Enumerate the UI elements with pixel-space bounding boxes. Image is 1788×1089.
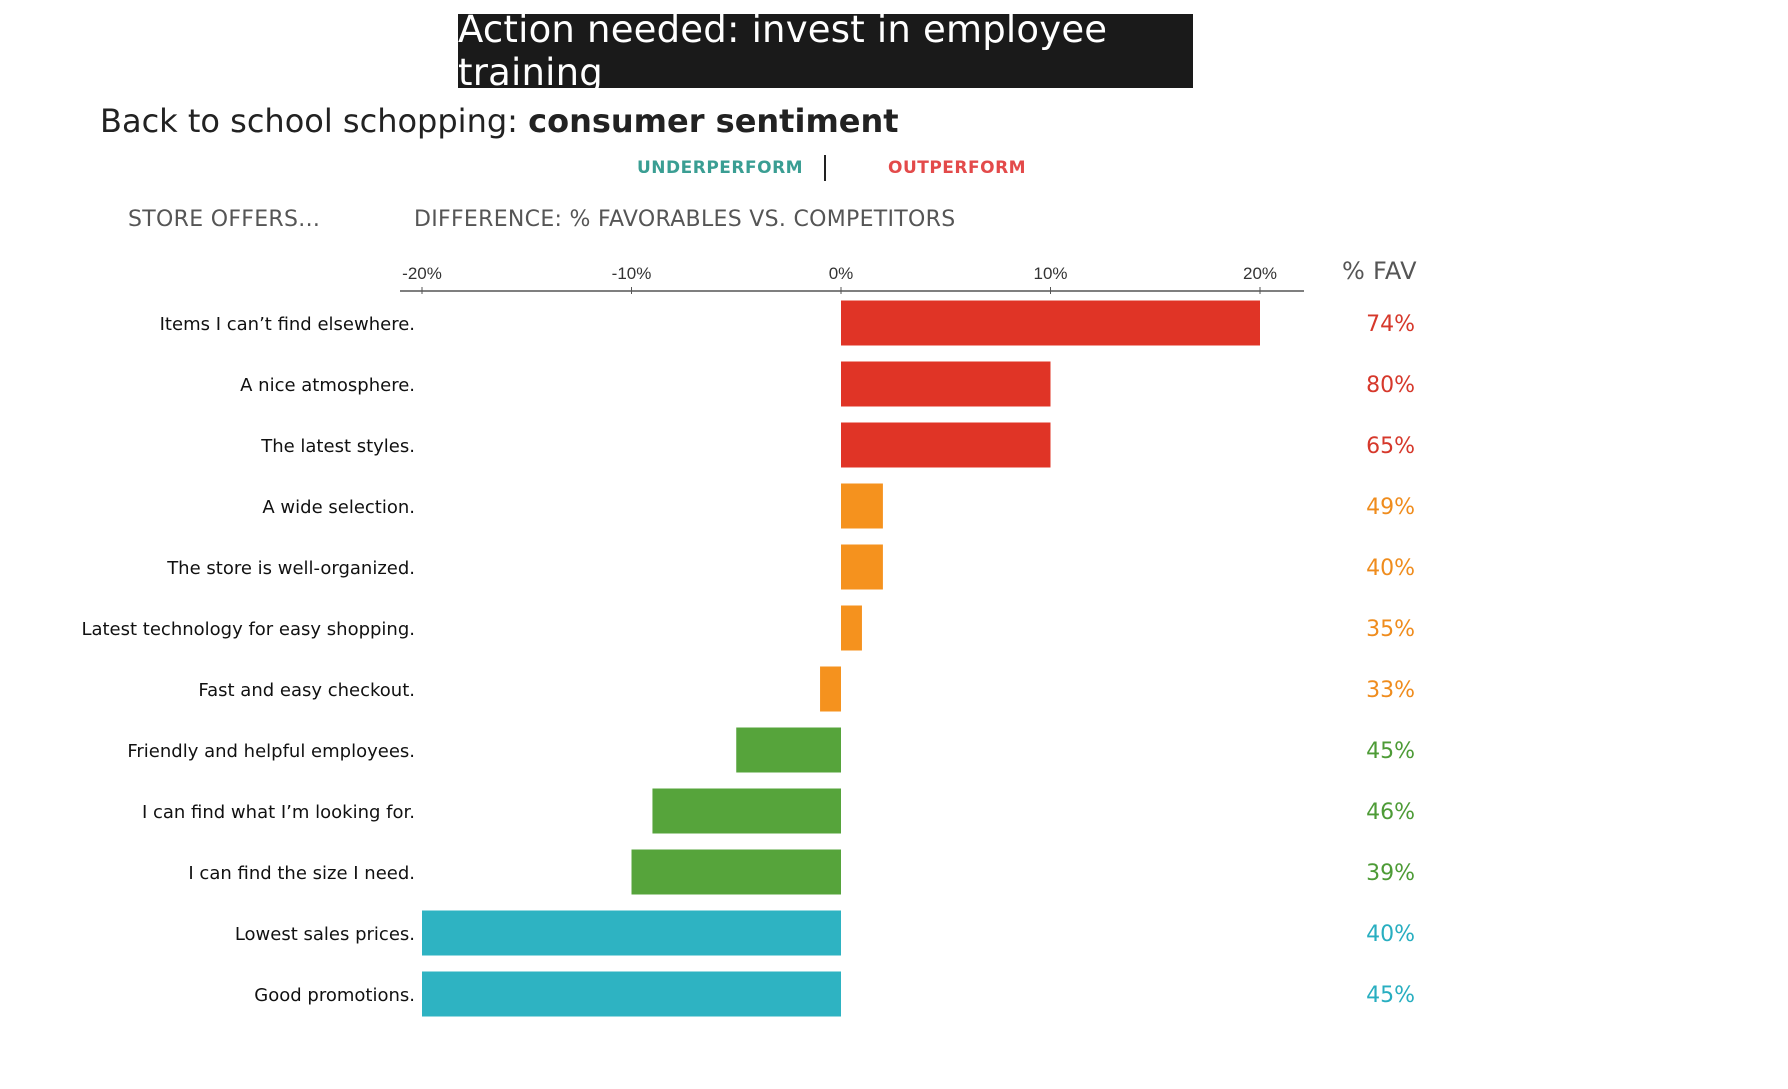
category-label: I can find the size I need. [188,863,415,884]
fav-value-label: 65% [1366,434,1415,459]
category-label: The store is well-organized. [166,558,415,579]
bar [631,849,841,895]
fav-value-label: 46% [1366,800,1415,825]
category-label: Good promotions. [254,985,415,1006]
fav-value-label: 80% [1366,373,1415,398]
category-label: Items I can’t find elsewhere. [160,314,415,335]
category-label: The latest styles. [260,436,415,457]
bar-chart: -20% -10% 0% 10% 20% Items I can’t find elsew… [81,264,1415,1017]
x-tick-label: 10% [1033,264,1067,283]
fav-value-label: 45% [1366,983,1415,1008]
category-label: A wide selection. [262,497,415,518]
fav-value-label: 45% [1366,739,1415,764]
bar [652,788,841,834]
fav-value-label: 74% [1366,312,1415,337]
x-tick-label: -20% [402,264,442,283]
bar [820,666,841,712]
bar [841,483,883,529]
bar [841,422,1051,468]
fav-value-label: 49% [1366,495,1415,520]
bar [841,300,1260,346]
category-label: Latest technology for easy shopping. [81,619,415,640]
fav-value-label: 35% [1366,617,1415,642]
x-tick-label: -10% [612,264,652,283]
bar [841,605,862,651]
fav-value-label: 40% [1366,922,1415,947]
fav-value-label: 40% [1366,556,1415,581]
category-label: Lowest sales prices. [235,924,415,945]
bar [841,361,1051,407]
bar [736,727,841,773]
fav-value-label: 33% [1366,678,1415,703]
category-label: Friendly and helpful employees. [127,741,415,762]
fav-value-label: 39% [1366,861,1415,886]
category-label: A nice atmosphere. [240,375,415,396]
category-label: Fast and easy checkout. [198,680,415,701]
category-label: I can find what I’m looking for. [142,802,415,823]
x-tick-label: 20% [1243,264,1277,283]
bar [422,971,841,1017]
x-tick-label: 0% [829,264,854,283]
bar [841,544,883,590]
bar [422,910,841,956]
